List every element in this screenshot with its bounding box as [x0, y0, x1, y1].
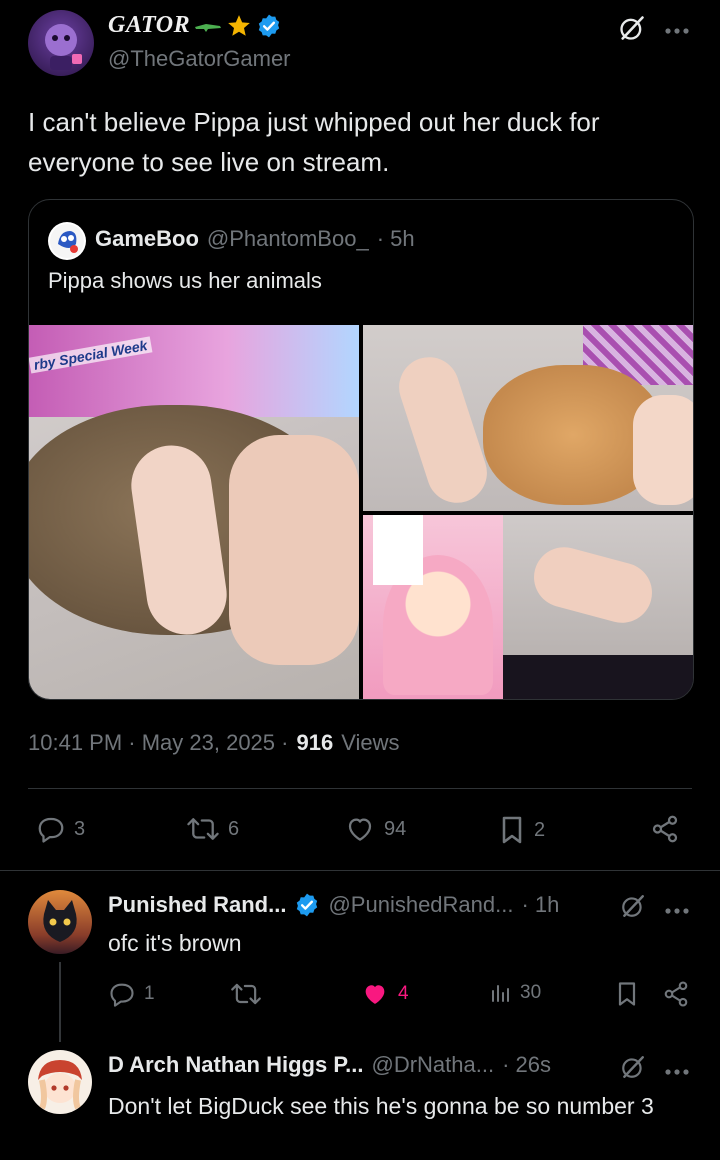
- cat-avatar-icon: [43, 900, 77, 942]
- quote-text: Pippa shows us her animals: [48, 268, 322, 293]
- reply2-display-name[interactable]: D Arch Nathan Higgs P...: [108, 1052, 364, 1078]
- reply2-avatar[interactable]: [28, 1050, 92, 1114]
- ghost-avatar-icon: [50, 224, 84, 258]
- views-chart-icon: [492, 985, 509, 1002]
- avatar-art-icon: [45, 24, 82, 70]
- more-options-icon[interactable]: [664, 1063, 690, 1081]
- heart-filled-icon: [365, 985, 385, 1004]
- quote-display-name[interactable]: GameBoo: [95, 226, 199, 252]
- views-label: Views: [341, 730, 400, 755]
- reply1-avatar[interactable]: [28, 890, 92, 954]
- retweet-count: 6: [228, 817, 240, 840]
- verified-badge-icon: [258, 14, 280, 37]
- bookmark-icon: [618, 982, 636, 1006]
- reply1-retweet-button[interactable]: [230, 980, 262, 1008]
- tweet-text: I can't believe Pippa just whipped out h…: [28, 107, 600, 177]
- star-emoji-icon: [228, 14, 250, 36]
- quote-author-avatar[interactable]: [48, 222, 86, 260]
- reply-button[interactable]: 3: [36, 814, 85, 844]
- reply1-display-name[interactable]: Punished Rand...: [108, 892, 286, 918]
- reply-icon: [110, 983, 134, 1007]
- reply1-reply-count: 1: [144, 983, 155, 1004]
- share-icon: [652, 815, 678, 843]
- tweet-timestamp[interactable]: 10:41 PM · May 23, 2025 ·: [28, 730, 288, 756]
- quote-image-lizard[interactable]: [363, 325, 693, 511]
- reply2-handle[interactable]: @DrNatha...: [372, 1052, 495, 1078]
- like-button[interactable]: 94: [344, 814, 406, 844]
- reply1-share-button[interactable]: [662, 980, 690, 1008]
- reply2-text: Don't let BigDuck see this he's gonna be…: [108, 1093, 654, 1119]
- divider: [28, 788, 692, 789]
- author-avatar[interactable]: [28, 10, 94, 76]
- reply1-views-count: 30: [520, 982, 542, 1003]
- quote-age: · 5h: [376, 226, 415, 251]
- verified-badge-icon: [297, 893, 318, 917]
- quote-image-ferret[interactable]: rby Special Week: [29, 325, 359, 699]
- reply1-handle[interactable]: @PunishedRand...: [328, 892, 513, 918]
- gator-emoji-icon: [195, 23, 222, 32]
- reply1-reply-button[interactable]: 1: [108, 980, 155, 1008]
- grok-icon[interactable]: [620, 1054, 646, 1085]
- reply1-bookmark-button[interactable]: [614, 980, 640, 1008]
- more-options-icon[interactable]: [664, 902, 690, 920]
- reply2-age: · 26s: [502, 1052, 552, 1077]
- share-button[interactable]: [650, 814, 680, 844]
- divider: [0, 870, 720, 871]
- reply1-views-button[interactable]: 30: [488, 980, 541, 1006]
- grok-icon[interactable]: [620, 893, 646, 924]
- reply1-like-button[interactable]: 4: [360, 980, 409, 1008]
- quoted-tweet-card[interactable]: GameBoo @PhantomBoo_ · 5h Pippa shows us…: [28, 199, 694, 700]
- quote-image-hand: [633, 395, 693, 505]
- more-options-icon[interactable]: [664, 22, 690, 40]
- quote-image-stream[interactable]: [363, 515, 693, 699]
- grok-icon[interactable]: [618, 14, 646, 47]
- retweet-icon: [231, 983, 261, 1005]
- bookmark-button[interactable]: 2: [498, 814, 545, 846]
- quote-handle[interactable]: @PhantomBoo_: [207, 226, 369, 252]
- reply1-text: ofc it's brown: [108, 930, 242, 956]
- share-icon: [664, 981, 688, 1007]
- reply-count: 3: [74, 817, 86, 840]
- author-handle[interactable]: @TheGatorGamer: [108, 46, 291, 72]
- reply-icon: [38, 817, 64, 843]
- author-display-name[interactable]: GATOR: [108, 12, 190, 39]
- retweet-button[interactable]: 6: [186, 814, 239, 844]
- anime-avatar-icon: [38, 1060, 82, 1110]
- like-count: 94: [384, 817, 407, 840]
- thread-line: [59, 962, 61, 1042]
- reply1-age: · 1h: [521, 892, 560, 917]
- heart-icon: [348, 818, 372, 841]
- quote-image-pip: [373, 515, 423, 585]
- quote-image-hand: [229, 435, 359, 665]
- bookmark-icon: [502, 816, 522, 844]
- retweet-icon: [187, 818, 219, 840]
- bookmark-count: 2: [534, 818, 546, 841]
- reply1-action-bar: 1 4 30: [108, 980, 692, 1012]
- quote-image-hand: [391, 349, 495, 511]
- quote-image-box-graphic: [29, 325, 359, 417]
- reply1-like-count: 4: [398, 983, 409, 1004]
- quote-image-chat: [503, 655, 693, 699]
- views-count: 916: [296, 730, 334, 755]
- main-action-bar: 3 6 94 2: [28, 810, 692, 850]
